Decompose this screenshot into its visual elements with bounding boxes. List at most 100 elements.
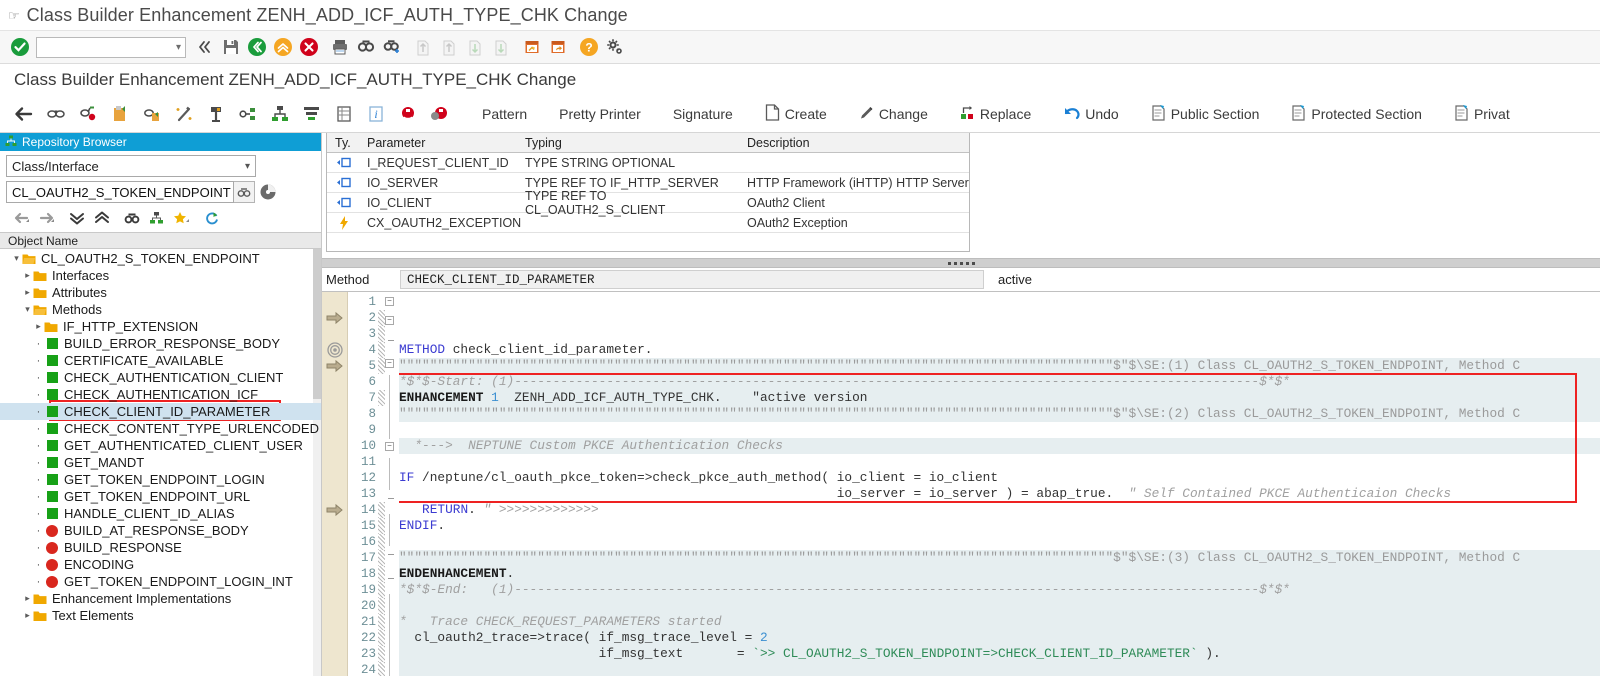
check-syntax-icon[interactable] xyxy=(168,99,200,129)
parameter-table-row[interactable]: I_REQUEST_CLIENT_ID TYPE STRING OPTIONAL xyxy=(327,153,969,173)
binoculars-icon[interactable] xyxy=(234,181,255,203)
arrow-right-marker-icon[interactable] xyxy=(326,358,344,374)
expand-all-button[interactable] xyxy=(65,208,89,228)
code-line[interactable]: ENDIF. xyxy=(399,518,1600,534)
pretty-printer-button[interactable]: Pretty Printer xyxy=(543,99,657,129)
tree-node[interactable]: · GET_AUTHENTICATED_CLIENT_USER xyxy=(0,437,321,454)
fold-cell[interactable] xyxy=(385,458,399,474)
help-icon[interactable]: ? xyxy=(576,34,602,60)
fold-cell[interactable]: − xyxy=(385,442,399,458)
code-line[interactable]: ENHANCEMENT 1 ZENH_ADD_ICF_AUTH_TYPE_CHK… xyxy=(399,390,1600,406)
back-arrow-icon[interactable] xyxy=(8,99,40,129)
fold-cell[interactable] xyxy=(385,554,399,570)
fold-cell[interactable] xyxy=(385,514,399,530)
tree-node[interactable]: · HANDLE_CLIENT_ID_ALIAS xyxy=(0,505,321,522)
code-line[interactable]: * Trace CHECK_REQUEST_PARAMETERS started xyxy=(399,614,1600,630)
pane-splitter[interactable] xyxy=(322,258,1600,268)
fold-cell[interactable] xyxy=(385,658,399,674)
check-ok-icon[interactable] xyxy=(10,37,30,57)
fold-cell[interactable] xyxy=(385,423,399,439)
arrow-right-marker-icon[interactable] xyxy=(326,502,344,518)
code-line[interactable]: io_server = io_server ) = abap_true. " S… xyxy=(399,486,1600,502)
object-type-select[interactable]: Class/Interface ▾ xyxy=(6,155,256,177)
code-text-area[interactable]: METHOD check_client_id_parameter. """""""… xyxy=(399,292,1600,676)
tree-node[interactable]: · BUILD_AT_RESPONSE_BODY xyxy=(0,522,321,539)
code-line[interactable]: if_msg_text = `>> CL_OAUTH2_S_TOKEN_ENDP… xyxy=(399,646,1600,662)
fold-cell[interactable] xyxy=(385,498,399,514)
protected-section-button[interactable]: Protected Section xyxy=(1275,99,1438,129)
where-used-icon[interactable] xyxy=(232,99,264,129)
other-object-icon[interactable] xyxy=(72,99,104,129)
chevron-right-icon[interactable]: ▸ xyxy=(22,593,33,604)
back-green-icon[interactable] xyxy=(244,34,270,60)
object-tree[interactable]: ▾ CL_OAUTH2_S_TOKEN_ENDPOINT ▸ Interfaces ▸ A… xyxy=(0,249,321,676)
breakpoint-gutter[interactable] xyxy=(322,292,348,676)
object-list-button[interactable] xyxy=(145,208,169,228)
save-icon[interactable] xyxy=(218,34,244,60)
fold-minus-icon[interactable]: − xyxy=(385,359,394,368)
tree-node[interactable]: ▸ Enhancement Implementations xyxy=(0,590,321,607)
fold-cell[interactable] xyxy=(385,391,399,407)
collapse-all-button[interactable] xyxy=(90,208,114,228)
replace-button[interactable]: Replace xyxy=(944,99,1047,129)
fold-minus-icon[interactable]: − xyxy=(385,297,394,306)
method-name-field[interactable]: CHECK_CLIENT_ID_PARAMETER xyxy=(400,270,984,289)
activate-icon[interactable] xyxy=(200,99,232,129)
chevron-down-icon[interactable]: ▾ xyxy=(11,253,22,264)
enhancement-spiral-icon[interactable] xyxy=(326,342,344,358)
code-line[interactable]: IF /neptune/cl_oauth_pkce_token=>check_p… xyxy=(399,470,1600,486)
chevron-right-icon[interactable]: ▸ xyxy=(22,610,33,621)
pattern-button[interactable]: Pattern xyxy=(466,99,543,129)
info-icon[interactable]: i xyxy=(360,99,392,129)
class-documentation-icon[interactable] xyxy=(328,99,360,129)
object-name-input[interactable]: CL_OAUTH2_S_TOKEN_ENDPOINT xyxy=(6,181,234,203)
create-button[interactable]: Create xyxy=(749,99,843,129)
create-shortcut-icon[interactable] xyxy=(545,34,571,60)
find-next-icon[interactable] xyxy=(379,34,405,60)
code-line[interactable] xyxy=(399,422,1600,438)
display-object-list-icon[interactable] xyxy=(40,99,72,129)
print-icon[interactable] xyxy=(327,34,353,60)
create-session-icon[interactable] xyxy=(519,34,545,60)
enhance-icon[interactable] xyxy=(392,99,424,129)
tree-node[interactable]: · CHECK_CONTENT_TYPE_URLENCODED xyxy=(0,420,321,437)
fold-cell[interactable] xyxy=(385,642,399,658)
parameter-table[interactable]: Ty. Parameter Typing Description I_REQUEST_C… xyxy=(326,133,970,252)
chevron-down-icon[interactable]: ▾ xyxy=(22,304,33,315)
back-arrows-icon[interactable] xyxy=(192,34,218,60)
favorites-button[interactable] xyxy=(170,208,194,228)
find-icon[interactable] xyxy=(353,34,379,60)
fold-cell[interactable] xyxy=(385,407,399,423)
refresh-button[interactable] xyxy=(200,208,224,228)
fold-cell[interactable] xyxy=(385,674,399,676)
code-line[interactable]: cl_oauth2_trace=>trace( if_msg_trace_lev… xyxy=(399,630,1600,646)
fold-cell[interactable] xyxy=(385,474,399,490)
chevron-right-icon[interactable]: ▸ xyxy=(22,270,33,281)
signature-button[interactable]: Signature xyxy=(657,99,749,129)
display-object-icon[interactable] xyxy=(258,182,278,202)
fold-cell[interactable] xyxy=(385,610,399,626)
fold-cell[interactable] xyxy=(385,578,399,594)
tree-node[interactable]: · CHECK_AUTHENTICATION_CLIENT xyxy=(0,369,321,386)
sort-icon[interactable] xyxy=(296,99,328,129)
fold-minus-icon[interactable]: − xyxy=(385,442,394,451)
fold-cell[interactable] xyxy=(385,626,399,642)
abap-code-editor[interactable]: 1 2 3 4 5 6 7 8 9 10 11 12 13 14 15 16 17 18 19 20 21 22 23 24 … xyxy=(322,292,1600,676)
cancel-red-icon[interactable] xyxy=(296,34,322,60)
tree-node[interactable]: · BUILD_RESPONSE xyxy=(0,539,321,556)
fold-cell[interactable]: − xyxy=(385,297,399,313)
tree-node[interactable]: · CHECK_AUTHENTICATION_ICF xyxy=(0,386,321,403)
fold-cell[interactable] xyxy=(385,375,399,391)
code-line[interactable] xyxy=(399,662,1600,676)
code-line[interactable] xyxy=(399,454,1600,470)
fold-cell[interactable]: − xyxy=(385,316,399,332)
tree-node[interactable]: · GET_TOKEN_ENDPOINT_URL xyxy=(0,488,321,505)
customize-local-layout-icon[interactable] xyxy=(602,34,628,60)
private-section-button[interactable]: Privat xyxy=(1438,99,1526,129)
public-section-button[interactable]: Public Section xyxy=(1135,99,1276,129)
command-field[interactable]: ▾ xyxy=(36,36,186,58)
code-folding-column[interactable]: − − − − xyxy=(385,292,399,676)
code-line[interactable]: *$*$-End: (1)---------------------------… xyxy=(399,582,1600,598)
tree-node[interactable]: · GET_MANDT xyxy=(0,454,321,471)
tree-node[interactable]: ▸ Attributes xyxy=(0,284,321,301)
